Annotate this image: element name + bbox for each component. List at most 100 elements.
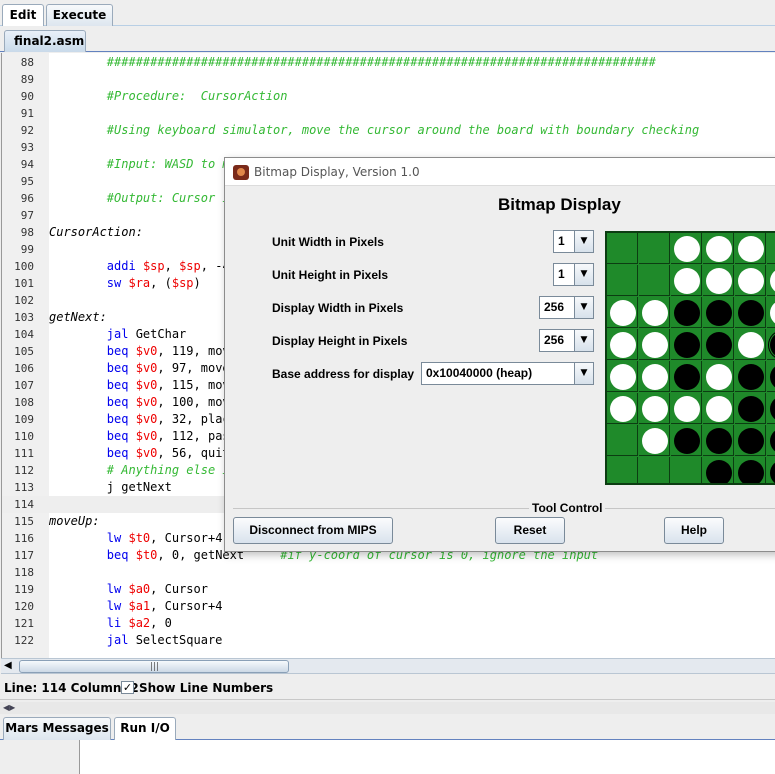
tab-run-io[interactable]: Run I/O <box>114 717 176 740</box>
horizontal-scrollbar[interactable]: ◀ ||| <box>1 658 775 674</box>
base-address-value: 0x10040000 (heap) <box>426 366 533 380</box>
pane-splitter[interactable]: ◀▶ <box>0 702 775 714</box>
code-token: $ra <box>128 276 151 290</box>
line-number: 106 <box>14 362 34 375</box>
board-cell <box>703 425 734 456</box>
code-line[interactable]: 118 <box>2 564 775 581</box>
code-line[interactable]: 90 #Procedure: CursorAction <box>2 88 775 105</box>
board-cell <box>639 233 670 264</box>
reset-button[interactable]: Reset <box>495 517 565 544</box>
white-disc <box>770 268 775 294</box>
line-number: 121 <box>14 617 34 630</box>
code-text: getNext: <box>49 309 107 326</box>
unit-width-label: Unit Width in Pixels <box>272 235 384 249</box>
code-line[interactable]: 93 <box>2 139 775 156</box>
code-token: , ( <box>150 276 172 290</box>
splitter-arrows-icon[interactable]: ◀▶ <box>3 703 15 712</box>
unit-height-label: Unit Height in Pixels <box>272 268 389 282</box>
unit-width-select[interactable]: 1 ▼ <box>553 230 594 253</box>
code-text: beq $v0, 32, plac <box>49 411 230 428</box>
chevron-down-icon[interactable]: ▼ <box>574 363 593 384</box>
board-cell <box>703 393 734 424</box>
line-number: 105 <box>14 345 34 358</box>
code-token: beq <box>106 361 129 375</box>
black-disc <box>674 300 700 326</box>
code-line[interactable]: 91 <box>2 105 775 122</box>
board-cell <box>767 233 775 264</box>
code-token: $v0 <box>135 429 158 443</box>
code-text: lw $a1, Cursor+4 <box>49 598 223 615</box>
chevron-down-icon[interactable]: ▼ <box>574 231 593 252</box>
disconnect-button[interactable]: Disconnect from MIPS <box>233 517 393 544</box>
code-text: #Using keyboard simulator, move the curs… <box>49 122 699 139</box>
line-number: 99 <box>20 243 34 256</box>
white-disc <box>674 268 700 294</box>
board-cell <box>607 457 638 483</box>
board-cell <box>671 329 702 360</box>
chevron-down-icon[interactable]: ▼ <box>574 264 593 285</box>
display-height-select[interactable]: 256 ▼ <box>539 329 594 352</box>
file-tab-final2[interactable]: final2.asm <box>4 30 86 52</box>
chevron-down-icon[interactable]: ▼ <box>574 330 593 351</box>
base-address-select[interactable]: 0x10040000 (heap) ▼ <box>421 362 594 385</box>
line-number: 117 <box>14 549 34 562</box>
code-token: lw <box>106 531 122 545</box>
code-line[interactable]: 122 jal SelectSquare <box>2 632 775 649</box>
scrollbar-thumb[interactable]: ||| <box>19 660 289 673</box>
line-number: 107 <box>14 379 34 392</box>
code-text: beq $v0, 119, mov <box>49 343 230 360</box>
tab-mars-messages[interactable]: Mars Messages <box>3 717 111 740</box>
board-cell <box>703 297 734 328</box>
code-token: , 56, quit <box>157 446 230 460</box>
code-text: sw $ra, ($sp) <box>49 275 201 292</box>
code-line[interactable]: 121 li $a2, 0 <box>2 615 775 632</box>
code-line[interactable]: 120 lw $a1, Cursor+4 <box>2 598 775 615</box>
code-token: , 0 <box>150 616 172 630</box>
line-number: 115 <box>14 515 34 528</box>
tab-edit[interactable]: Edit <box>2 4 44 27</box>
code-token: beq <box>106 378 129 392</box>
code-token: $sp <box>171 276 194 290</box>
code-token: jal <box>106 327 129 341</box>
unit-height-select[interactable]: 1 ▼ <box>553 263 594 286</box>
code-token: , 115, mov <box>157 378 230 392</box>
tab-execute[interactable]: Execute <box>46 4 113 26</box>
code-token: lw <box>106 582 122 596</box>
scroll-left-arrow-icon[interactable]: ◀ <box>4 661 14 671</box>
messages-panel <box>0 740 775 774</box>
black-disc <box>674 364 700 390</box>
grip-icon: ||| <box>150 662 160 672</box>
white-disc <box>738 332 764 358</box>
code-token: GetChar <box>128 327 187 341</box>
code-token: , Cursor <box>150 582 208 596</box>
code-line[interactable]: 119 lw $a0, Cursor <box>2 581 775 598</box>
window-titlebar[interactable]: Bitmap Display, Version 1.0 <box>225 158 775 186</box>
show-line-numbers-checkbox[interactable]: ✓ <box>121 681 134 694</box>
code-line[interactable]: 88 #####################################… <box>2 54 775 71</box>
display-width-label: Display Width in Pixels <box>272 301 404 315</box>
code-line[interactable]: 92 #Using keyboard simulator, move the c… <box>2 122 775 139</box>
code-text: addi $sp, $sp, -4 <box>49 258 230 275</box>
messages-text-area[interactable] <box>79 740 775 774</box>
chevron-down-icon[interactable]: ▼ <box>574 297 593 318</box>
black-disc <box>738 396 764 422</box>
code-line[interactable]: 89 <box>2 71 775 88</box>
board-cell <box>639 329 670 360</box>
bitmap-display-window: Bitmap Display, Version 1.0 Bitmap Displ… <box>224 157 775 552</box>
line-number: 119 <box>14 583 34 596</box>
display-width-select[interactable]: 256 ▼ <box>539 296 594 319</box>
board-cell <box>671 457 702 483</box>
white-disc <box>706 236 732 262</box>
white-disc <box>610 332 636 358</box>
help-button[interactable]: Help <box>664 517 724 544</box>
board-cell <box>703 233 734 264</box>
board-cell <box>639 265 670 296</box>
white-disc <box>770 300 775 326</box>
